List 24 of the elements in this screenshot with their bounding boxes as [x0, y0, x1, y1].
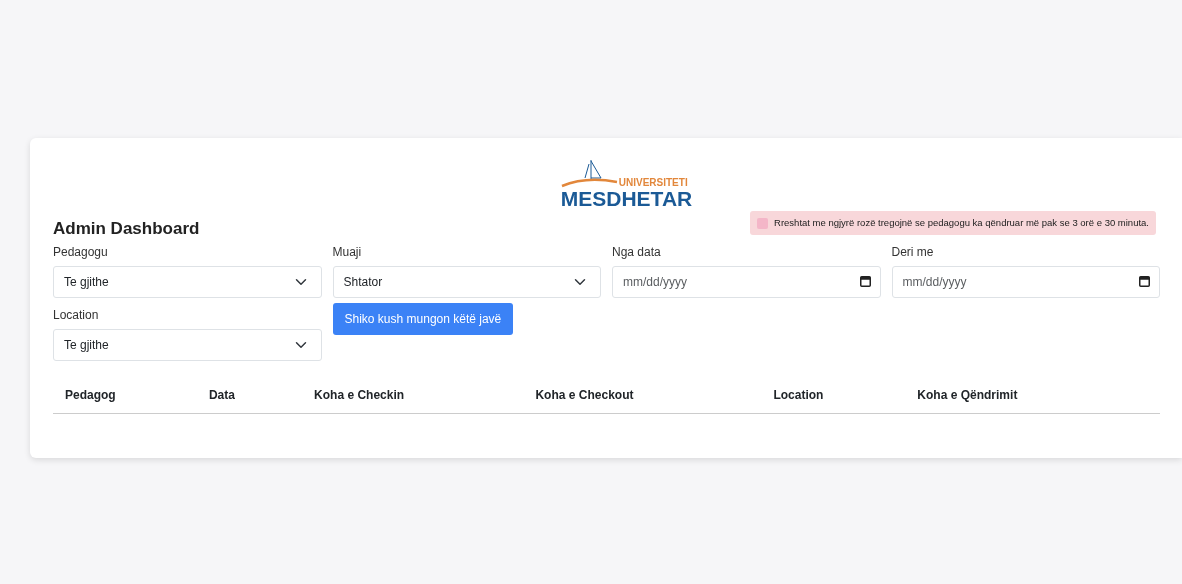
calendar-icon[interactable]: [859, 276, 871, 288]
column-header: Koha e Qëndrimit: [905, 377, 1160, 414]
sailboat-icon: [560, 158, 619, 188]
column-header: Data: [196, 377, 303, 414]
field-label: Nga data: [612, 244, 662, 262]
field-label: Deri me: [891, 244, 935, 262]
date-field[interactable]: mm/dd/yyyy: [891, 266, 1160, 299]
column-header: Koha e Checkin: [302, 377, 524, 414]
dropdown-field[interactable]: Te gjithe: [53, 266, 322, 299]
calendar-icon[interactable]: [1139, 276, 1150, 288]
field-label: Location: [53, 307, 100, 325]
column-header: Koha e Checkout: [523, 377, 762, 414]
legend-text: Rreshtat me ngjyrë rozë tregojnë se pedagogu ka qëndruar më pak se 3 orë e 30 minuta.: [774, 216, 1149, 230]
column-header: Pedagog: [53, 377, 197, 414]
logo-text: MESDHETAR: [560, 188, 693, 209]
field-label: Pedagogu: [53, 244, 109, 262]
dropdown-field[interactable]: Shtator: [332, 266, 601, 299]
logo-text: UNIVERSITETI: [618, 178, 688, 188]
show-absent-button[interactable]: Shiko kush mungon këtë javë: [332, 303, 514, 336]
column-header: Location: [761, 377, 906, 414]
date-field[interactable]: mm/dd/yyyy: [612, 266, 881, 299]
page-title: Admin Dashboard: [53, 218, 200, 240]
field-label: Muaji: [332, 244, 363, 262]
dropdown-field[interactable]: Te gjithe: [53, 329, 322, 362]
